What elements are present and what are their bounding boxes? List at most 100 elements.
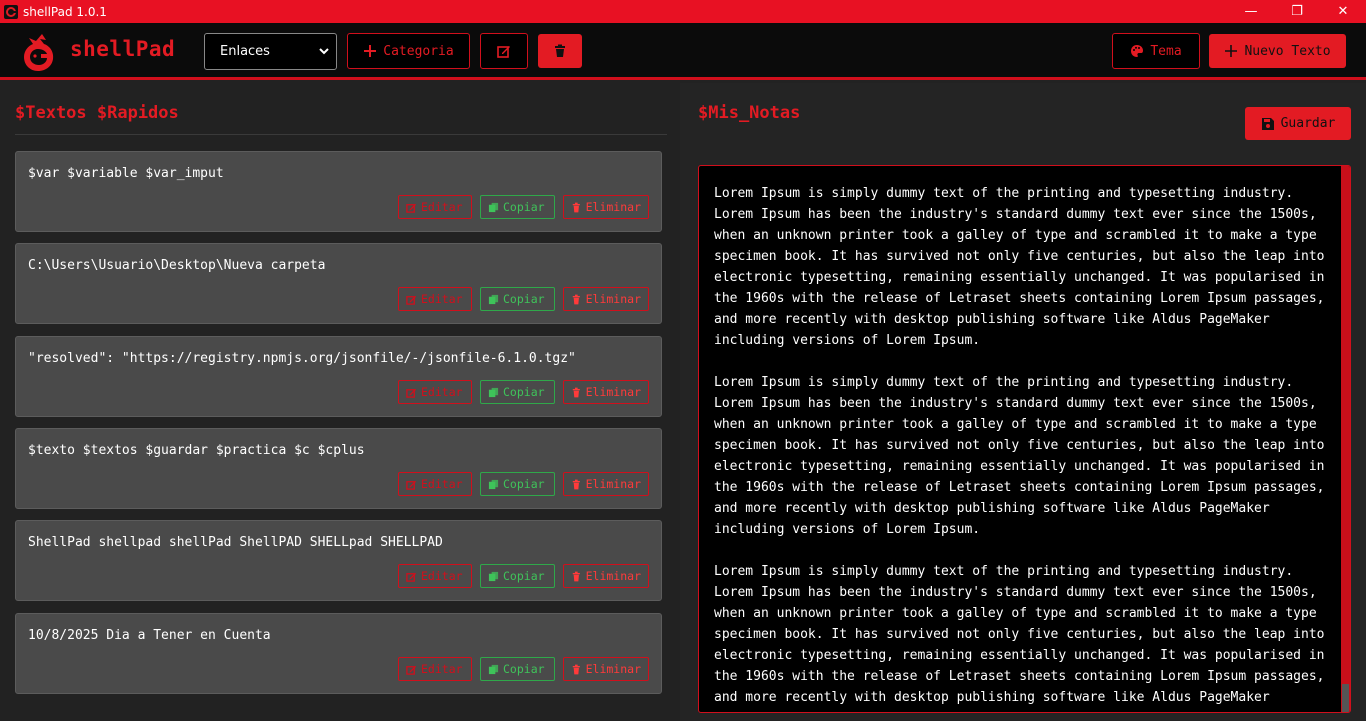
- quick-text-content: C:\Users\Usuario\Desktop\Nueva carpeta: [28, 258, 326, 273]
- edit-label: Editar: [421, 385, 463, 399]
- copy-label: Copiar: [503, 477, 545, 491]
- dragon-icon: [24, 34, 54, 71]
- delete-button[interactable]: Eliminar: [563, 472, 649, 496]
- new-text-button[interactable]: Nuevo Texto: [1209, 34, 1346, 68]
- edit-icon: [406, 388, 417, 398]
- copy-label: Copiar: [503, 662, 545, 676]
- copy-button[interactable]: Copiar: [480, 657, 555, 681]
- divider: [15, 134, 667, 135]
- delete-button[interactable]: Eliminar: [563, 287, 649, 311]
- edit-button[interactable]: Editar: [398, 657, 472, 681]
- edit-button[interactable]: Editar: [398, 472, 472, 496]
- copy-button[interactable]: Copiar: [480, 380, 555, 404]
- edit-button[interactable]: Editar: [398, 380, 472, 404]
- plus-icon: [1225, 45, 1238, 57]
- copy-label: Copiar: [503, 385, 545, 399]
- copy-button[interactable]: Copiar: [480, 287, 555, 311]
- quick-text-content: "resolved": "https://registry.npmjs.org/…: [28, 351, 576, 366]
- chevron-down-icon: [319, 48, 329, 55]
- edit-label: Editar: [421, 200, 463, 214]
- edit-icon: [406, 295, 417, 305]
- delete-label: Eliminar: [585, 385, 641, 399]
- edit-label: Editar: [421, 662, 463, 676]
- new-text-label: Nuevo Texto: [1244, 43, 1331, 59]
- notes-panel: $Mis_Notas Guardar Lorem Ipsum is simply…: [680, 83, 1366, 721]
- delete-label: Eliminar: [585, 662, 641, 676]
- save-button[interactable]: Guardar: [1245, 107, 1351, 140]
- category-select[interactable]: Enlaces: [204, 33, 337, 70]
- copy-icon: [488, 571, 499, 581]
- add-category-label: Categoria: [383, 43, 454, 59]
- plus-icon: [364, 45, 377, 57]
- edit-button[interactable]: Editar: [398, 564, 472, 588]
- quick-text-card: "resolved": "https://registry.npmjs.org/…: [15, 336, 662, 417]
- edit-label: Editar: [421, 477, 463, 491]
- copy-label: Copiar: [503, 292, 545, 306]
- minimize-button[interactable]: —: [1228, 0, 1274, 23]
- scrollbar-thumb[interactable]: [1342, 684, 1349, 712]
- copy-icon: [488, 664, 499, 674]
- quick-texts-title: $Textos $Rapidos: [15, 103, 179, 123]
- trash-icon: [572, 202, 580, 212]
- quick-text-card: ShellPad shellpad shellPad ShellPAD SHEL…: [15, 520, 662, 601]
- notes-textarea[interactable]: Lorem Ipsum is simply dummy text of the …: [698, 165, 1351, 713]
- copy-icon: [488, 294, 499, 304]
- delete-label: Eliminar: [585, 200, 641, 214]
- notes-content[interactable]: Lorem Ipsum is simply dummy text of the …: [714, 183, 1334, 712]
- edit-label: Editar: [421, 292, 463, 306]
- maximize-button[interactable]: ❐: [1274, 0, 1320, 23]
- copy-label: Copiar: [503, 200, 545, 214]
- brand-name: shellPad: [70, 37, 176, 61]
- trash-icon: [572, 571, 580, 581]
- edit-button[interactable]: Editar: [398, 287, 472, 311]
- quick-text-content: 10/8/2025 Dia a Tener en Cuenta: [28, 628, 271, 643]
- edit-icon: [406, 203, 417, 213]
- delete-label: Eliminar: [585, 477, 641, 491]
- edit-icon: [406, 480, 417, 490]
- copy-icon: [488, 202, 499, 212]
- trash-icon: [572, 387, 580, 397]
- delete-label: Eliminar: [585, 569, 641, 583]
- add-category-button[interactable]: Categoria: [347, 33, 470, 69]
- trash-icon: [572, 294, 580, 304]
- title-bar: shellPad 1.0.1 — ❐ ✕: [0, 0, 1366, 23]
- app-icon: [4, 4, 18, 19]
- copy-button[interactable]: Copiar: [480, 564, 555, 588]
- trash-icon: [555, 44, 565, 57]
- delete-label: Eliminar: [585, 292, 641, 306]
- edit-category-button[interactable]: [480, 33, 528, 69]
- category-select-value: Enlaces: [220, 44, 270, 59]
- quick-texts-panel: $Textos $Rapidos $var $variable $var_imp…: [0, 83, 680, 721]
- theme-button[interactable]: Tema: [1112, 33, 1200, 69]
- header-toolbar: shellPad Enlaces Categoria Tema Nuevo Te…: [0, 23, 1366, 80]
- save-label: Guardar: [1280, 116, 1336, 131]
- copy-button[interactable]: Copiar: [480, 472, 555, 496]
- copy-icon: [488, 387, 499, 397]
- edit-icon: [406, 665, 417, 675]
- quick-text-card: 10/8/2025 Dia a Tener en Cuenta Editar Cop…: [15, 613, 662, 694]
- trash-icon: [572, 479, 580, 489]
- edit-icon: [497, 46, 510, 58]
- palette-icon: [1131, 45, 1144, 57]
- notes-scrollbar[interactable]: [1341, 166, 1350, 712]
- quick-text-card: C:\Users\Usuario\Desktop\Nueva carpeta Ed…: [15, 243, 662, 324]
- close-button[interactable]: ✕: [1320, 0, 1366, 23]
- trash-icon: [572, 664, 580, 674]
- copy-label: Copiar: [503, 569, 545, 583]
- delete-category-button[interactable]: [538, 34, 582, 68]
- edit-label: Editar: [421, 569, 463, 583]
- quick-text-content: $texto $textos $guardar $practica $c $cp…: [28, 443, 365, 458]
- quick-text-card: $texto $textos $guardar $practica $c $cp…: [15, 428, 662, 509]
- edit-icon: [406, 572, 417, 582]
- copy-button[interactable]: Copiar: [480, 195, 555, 219]
- quick-text-content: ShellPad shellpad shellPad ShellPAD SHEL…: [28, 535, 443, 550]
- delete-button[interactable]: Eliminar: [563, 380, 649, 404]
- quick-text-content: $var $variable $var_imput: [28, 166, 224, 181]
- delete-button[interactable]: Eliminar: [563, 657, 649, 681]
- delete-button[interactable]: Eliminar: [563, 564, 649, 588]
- window-title: shellPad 1.0.1: [23, 4, 107, 19]
- save-icon: [1261, 117, 1274, 130]
- delete-button[interactable]: Eliminar: [563, 195, 649, 219]
- quick-text-card: $var $variable $var_imput Editar Copiar Eli…: [15, 151, 662, 232]
- edit-button[interactable]: Editar: [398, 195, 472, 219]
